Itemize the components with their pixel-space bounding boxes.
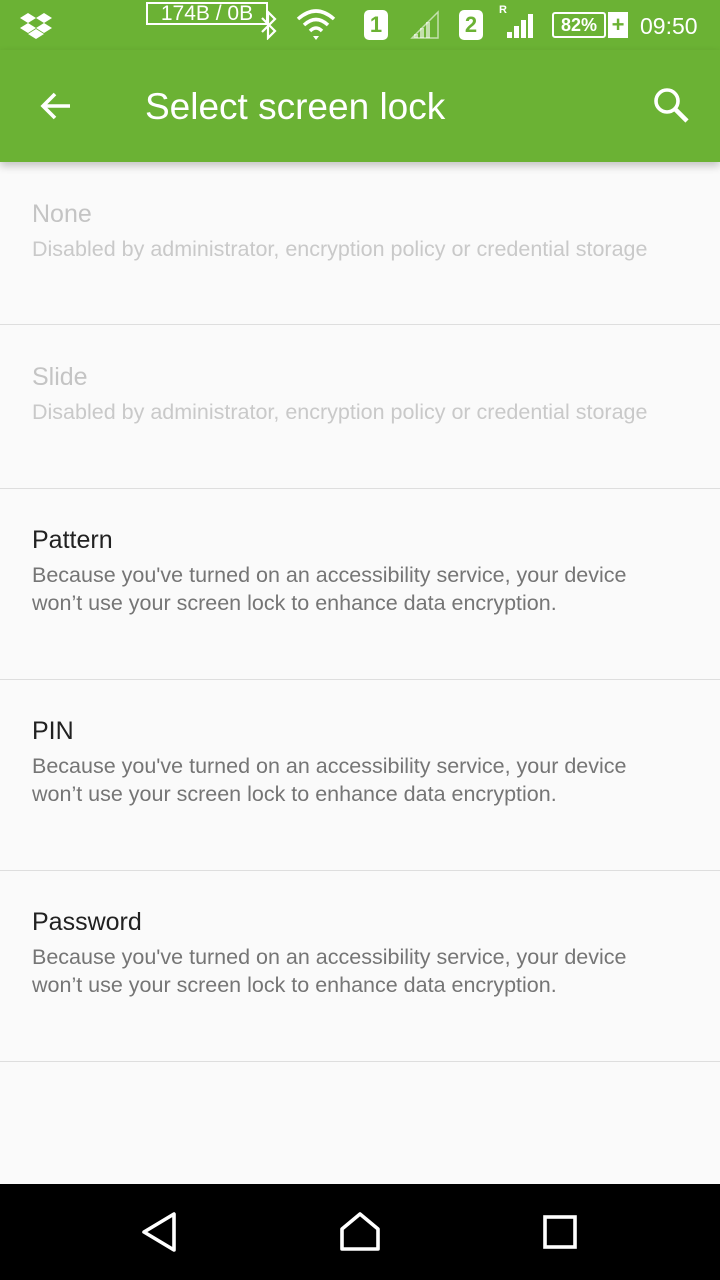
screen-lock-options: None Disabled by administrator, encrypti…: [0, 162, 720, 1062]
nav-recents-button[interactable]: [528, 1200, 592, 1264]
sim2-icon: 2: [459, 10, 483, 40]
option-summary: Disabled by administrator, encryption po…: [32, 237, 648, 261]
option-title: Password: [32, 908, 142, 936]
nav-recents-icon: [543, 1215, 577, 1249]
sim1-icon: 1: [364, 10, 388, 40]
signal-icon: [410, 0, 440, 50]
option-none: None Disabled by administrator, encrypti…: [0, 162, 720, 325]
option-summary: Disabled by administrator, encryption po…: [32, 400, 648, 424]
option-title: PIN: [32, 717, 74, 745]
signal-icon-2: [505, 0, 537, 50]
option-pattern[interactable]: Pattern Because you've turned on an acce…: [0, 489, 720, 680]
dropbox-icon: [20, 0, 52, 50]
nav-home-button[interactable]: [328, 1200, 392, 1264]
battery-icon: 82%: [552, 12, 606, 38]
nav-back-icon: [142, 1212, 176, 1252]
option-title: Pattern: [32, 526, 113, 554]
charging-indicator: +: [608, 12, 628, 38]
status-bar: 174B / 0B 1 2 R 82% + 09:50: [0, 0, 720, 50]
option-pin[interactable]: PIN Because you've turned on an accessib…: [0, 680, 720, 871]
navigation-bar: [0, 1184, 720, 1280]
back-button[interactable]: [24, 74, 88, 138]
page-title: Select screen lock: [145, 86, 446, 127]
option-summary: Because you've turned on an accessibilit…: [32, 754, 627, 806]
app-toolbar: Select screen lock: [0, 50, 720, 162]
search-icon: [654, 88, 689, 123]
option-title: Slide: [32, 363, 88, 391]
option-summary: Because you've turned on an accessibilit…: [32, 945, 627, 997]
option-password[interactable]: Password Because you've turned on an acc…: [0, 871, 720, 1062]
arrow-back-icon: [40, 92, 70, 120]
clock: 09:50: [640, 13, 698, 39]
nav-back-button[interactable]: [128, 1200, 192, 1264]
option-slide: Slide Disabled by administrator, encrypt…: [0, 325, 720, 489]
network-speed: 174B / 0B: [146, 2, 268, 25]
nav-home-icon: [340, 1212, 380, 1251]
option-summary: Because you've turned on an accessibilit…: [32, 563, 627, 615]
bluetooth-icon: [258, 0, 280, 50]
wifi-icon: [296, 0, 336, 50]
option-title: None: [32, 200, 92, 228]
search-button[interactable]: [640, 74, 704, 138]
